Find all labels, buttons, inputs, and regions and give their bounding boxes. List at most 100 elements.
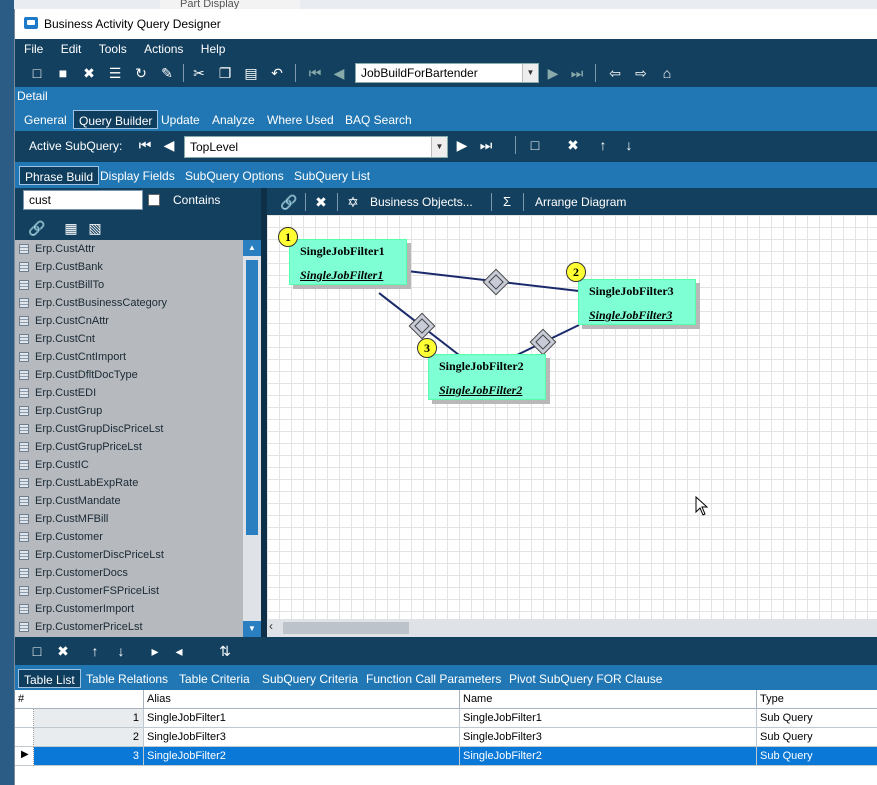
link-icon[interactable]: 🔗 [27, 218, 47, 238]
tab-display-fields[interactable]: Display Fields [95, 166, 180, 185]
tab-subquery-options[interactable]: SubQuery Options [180, 166, 289, 185]
table-list-item[interactable]: Erp.CustGrupDiscPriceLst [15, 420, 241, 438]
move-down-icon[interactable]: ↓ [619, 135, 639, 155]
column-header-name[interactable]: Name [460, 690, 757, 709]
tab-table-relations[interactable]: Table Relations [81, 669, 173, 688]
query-diagram-canvas[interactable]: SingleJobFilter1 SingleJobFilter1 1 Sing… [267, 215, 877, 619]
subquery-node-1[interactable]: SingleJobFilter1 SingleJobFilter1 [289, 239, 407, 285]
sigma-icon[interactable]: Σ [503, 194, 511, 209]
menu-actions[interactable]: Actions [135, 39, 188, 56]
collapse-icon[interactable]: ◂ [169, 641, 189, 661]
attach-icon[interactable]: ☰ [105, 63, 125, 83]
scroll-left-icon[interactable]: ‹ [269, 619, 273, 633]
table-list-item[interactable]: Erp.CustAttr [15, 240, 241, 258]
table-list-item[interactable]: Erp.CustDfltDocType [15, 366, 241, 384]
row-number-cell[interactable]: 1 [34, 709, 144, 728]
menu-help[interactable]: Help [192, 39, 231, 56]
table-list-item[interactable]: Erp.CustBank [15, 258, 241, 276]
forward-icon[interactable]: ⇨ [631, 63, 651, 83]
tab-analyze[interactable]: Analyze [207, 110, 260, 129]
table-row[interactable]: ▶ 3 SingleJobFilter2 SingleJobFilter2 Sub Qu… [15, 747, 877, 766]
sort-icon[interactable]: ⇅ [215, 641, 235, 661]
next-subquery-icon[interactable]: ▶ [452, 135, 472, 155]
row-selector[interactable]: ▶ [15, 747, 34, 766]
record-combo[interactable]: JobBuildForBartender ▼ [355, 63, 539, 83]
chevron-down-icon[interactable]: ▼ [431, 137, 447, 157]
expand-icon[interactable]: ▸ [145, 641, 165, 661]
row-selector[interactable] [15, 728, 34, 747]
column-header-type[interactable]: Type [757, 690, 877, 709]
table-list-item[interactable]: Erp.CustCnAttr [15, 312, 241, 330]
node-alias[interactable]: SingleJobFilter2 [439, 383, 522, 398]
table-search-input[interactable]: cust [23, 190, 143, 210]
active-subquery-combo[interactable]: TopLevel ▼ [184, 136, 448, 158]
table-list-item[interactable]: Erp.CustMFBill [15, 510, 241, 528]
table-list-item[interactable]: Erp.CustEDI [15, 384, 241, 402]
table-row[interactable]: 2 SingleJobFilter3 SingleJobFilter3 Sub Que… [15, 728, 877, 747]
name-cell[interactable]: SingleJobFilter2 [460, 747, 757, 766]
name-cell[interactable]: SingleJobFilter1 [460, 709, 757, 728]
refresh-icon[interactable]: ↻ [131, 63, 151, 83]
new-icon[interactable]: □ [27, 641, 47, 661]
join-diamond[interactable] [529, 328, 557, 356]
new-subquery-icon[interactable]: □ [525, 135, 545, 155]
first-subquery-icon[interactable]: ⏮ [135, 135, 155, 155]
table-list-item[interactable]: Erp.CustCntImport [15, 348, 241, 366]
home-icon[interactable]: ⌂ [657, 63, 677, 83]
menu-tools[interactable]: Tools [90, 39, 132, 56]
join-diamond[interactable] [482, 268, 510, 296]
node-alias[interactable]: SingleJobFilter3 [589, 308, 672, 323]
menu-edit[interactable]: Edit [52, 39, 87, 56]
type-cell[interactable]: Sub Query [757, 728, 877, 747]
delete-icon[interactable]: ✖ [79, 63, 99, 83]
scroll-up-icon[interactable]: ▲ [243, 240, 261, 256]
scroll-down-icon[interactable]: ▼ [243, 621, 261, 637]
table-list-item[interactable]: Erp.CustGrup [15, 402, 241, 420]
subquery-node-2[interactable]: SingleJobFilter3 SingleJobFilter3 [578, 279, 696, 325]
background-tab[interactable]: Part Display [160, 0, 300, 9]
delete-icon[interactable]: ✖ [53, 641, 73, 661]
back-icon[interactable]: ⇦ [605, 63, 625, 83]
node-alias[interactable]: SingleJobFilter1 [300, 268, 383, 283]
alias-cell[interactable]: SingleJobFilter1 [144, 709, 460, 728]
contains-checkbox[interactable] [148, 194, 160, 206]
diagram-hscrollbar[interactable]: ‹ [267, 619, 877, 637]
table-icon[interactable]: ▦ [61, 218, 81, 238]
column-header-alias[interactable]: Alias [144, 690, 460, 709]
business-objects-button[interactable]: Business Objects... [370, 195, 473, 209]
prev-subquery-icon[interactable]: ◀ [159, 135, 179, 155]
table-list-item[interactable]: Erp.CustBusinessCategory [15, 294, 241, 312]
table-row[interactable]: 1 SingleJobFilter1 SingleJobFilter1 Sub Que… [15, 709, 877, 728]
tab-table-list[interactable]: Table List [18, 669, 81, 688]
tab-function-call-parameters[interactable]: Function Call Parameters [361, 669, 506, 688]
table-list-item[interactable]: Erp.CustomerDiscPriceLst [15, 546, 241, 564]
alias-cell[interactable]: SingleJobFilter2 [144, 747, 460, 766]
table-list-item[interactable]: Erp.CustCnt [15, 330, 241, 348]
undo-icon[interactable]: ↶ [267, 63, 287, 83]
move-up-icon[interactable]: ↑ [85, 641, 105, 661]
table-list-item[interactable]: Erp.CustMandate [15, 492, 241, 510]
first-record-icon[interactable]: ⏮ [305, 63, 325, 83]
tab-update[interactable]: Update [156, 110, 205, 129]
tab-pivot-subquery[interactable]: Pivot SubQuery FOR Clause [504, 669, 667, 688]
last-record-icon[interactable]: ⏭ [567, 63, 587, 83]
name-cell[interactable]: SingleJobFilter3 [460, 728, 757, 747]
join-diamond[interactable] [408, 312, 436, 340]
arrange-diagram-button[interactable]: Arrange Diagram [535, 195, 626, 209]
tab-baq-search[interactable]: BAQ Search [340, 110, 417, 129]
chevron-down-icon[interactable]: ▼ [522, 64, 538, 82]
tab-table-criteria[interactable]: Table Criteria [174, 669, 255, 688]
table-list-item[interactable]: Erp.CustomerFSPriceList [15, 582, 241, 600]
table-list-item[interactable]: Erp.CustBillTo [15, 276, 241, 294]
paste-icon[interactable]: ▤ [241, 63, 261, 83]
tab-subquery-list[interactable]: SubQuery List [289, 166, 375, 185]
new-icon[interactable]: □ [27, 63, 47, 83]
row-number-cell[interactable]: 3 [34, 747, 144, 766]
table-list-scrollbar[interactable]: ▲ ▼ [243, 240, 261, 637]
clear-icon[interactable]: ✎ [157, 63, 177, 83]
tab-phrase-build[interactable]: Phrase Build [19, 166, 100, 185]
type-cell[interactable]: Sub Query [757, 747, 877, 766]
table-list-item[interactable]: Erp.CustIC [15, 456, 241, 474]
type-cell[interactable]: Sub Query [757, 709, 877, 728]
copy-icon[interactable]: ❐ [215, 63, 235, 83]
